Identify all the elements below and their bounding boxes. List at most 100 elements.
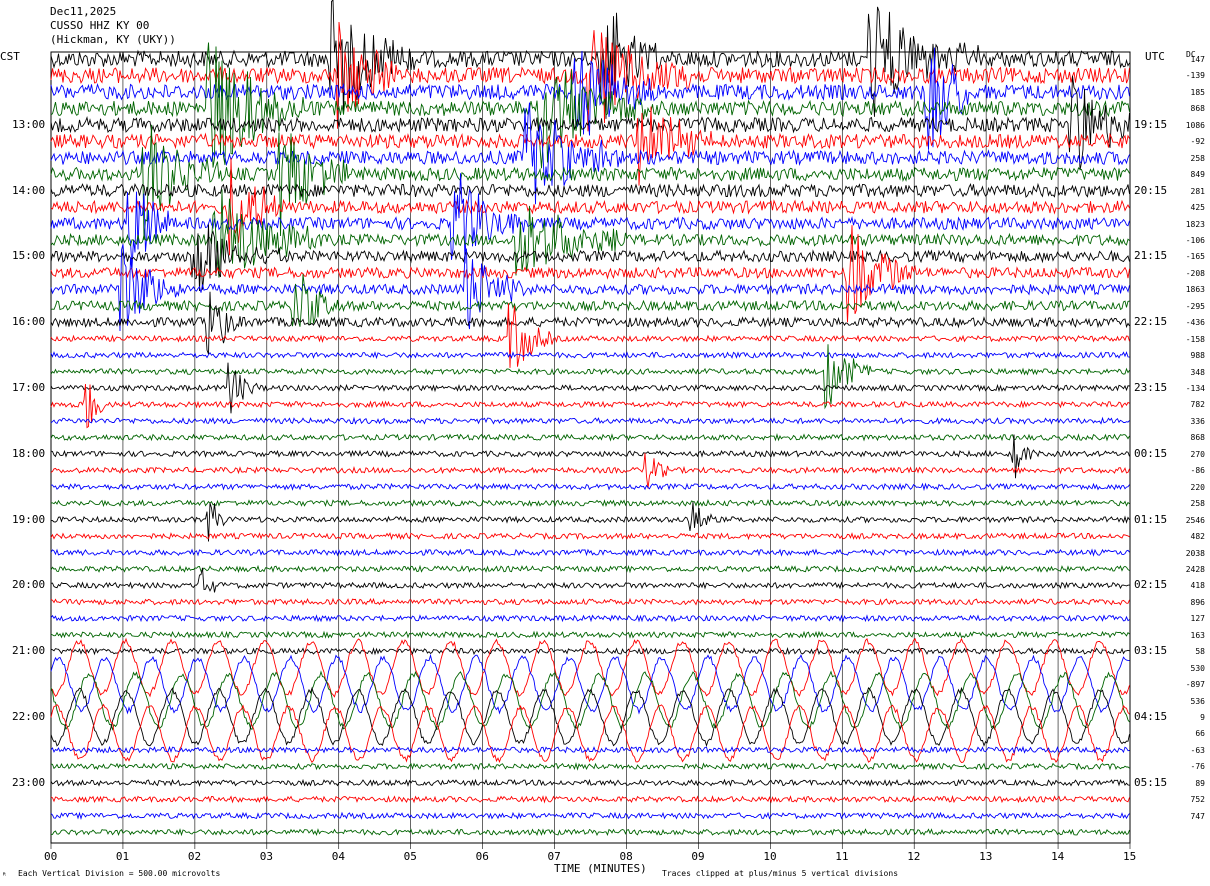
trace-row-17 xyxy=(50,303,1130,368)
dc-offset-value: -165 xyxy=(1185,252,1205,262)
dc-offset-value: 747 xyxy=(1190,811,1205,821)
trace-row-29 xyxy=(50,531,1130,541)
left-time-label: 16:00 xyxy=(12,315,46,329)
trace-row-32 xyxy=(50,567,1130,593)
left-timezone-label: CST xyxy=(0,50,20,63)
dc-offset-value: 127 xyxy=(1190,614,1205,624)
trace-row-23 xyxy=(50,433,1130,442)
dc-offset-value: 482 xyxy=(1190,532,1205,542)
trace-row-21 xyxy=(50,383,1130,429)
dc-offset-value: 163 xyxy=(1190,630,1205,640)
trace-row-15 xyxy=(50,274,1130,327)
dc-offset-value: -92 xyxy=(1190,137,1205,147)
trace-row-28 xyxy=(50,502,1130,542)
dc-offset-value: -86 xyxy=(1190,466,1205,476)
dc-offset-value: 1863 xyxy=(1185,285,1205,295)
dc-offset-value: 849 xyxy=(1190,170,1205,180)
minute-tick-label: 11 xyxy=(835,850,849,863)
dc-offset-value: 348 xyxy=(1190,367,1205,377)
right-time-label: 19:15 xyxy=(1134,117,1168,131)
minute-tick-label: 06 xyxy=(475,850,489,863)
dc-offset-value: 220 xyxy=(1190,482,1205,492)
dc-offset-value: 147 xyxy=(1190,55,1205,64)
minute-tick-label: 10 xyxy=(763,850,777,863)
seismic-traces xyxy=(50,0,1130,837)
dc-offset-value: 270 xyxy=(1190,449,1205,459)
dc-offset-value: 258 xyxy=(1190,499,1205,509)
trace-row-11 xyxy=(50,189,1130,278)
dc-offset-value: 1823 xyxy=(1185,219,1205,229)
trace-row-30 xyxy=(50,548,1130,557)
dc-offset-value: 752 xyxy=(1190,795,1205,805)
dc-offset-value: 530 xyxy=(1190,663,1205,673)
x-axis-title: TIME (MINUTES) xyxy=(554,862,647,875)
dc-offset-value: 281 xyxy=(1190,186,1205,196)
dc-offset-value: 896 xyxy=(1190,597,1205,607)
trace-row-16 xyxy=(50,291,1130,355)
dc-offset-value: -897 xyxy=(1185,680,1205,690)
trace-row-26 xyxy=(51,482,1130,492)
left-time-label: 15:00 xyxy=(12,249,46,263)
right-time-label: 21:15 xyxy=(1134,249,1168,263)
trace-row-24 xyxy=(50,434,1130,479)
dc-offset-value: 418 xyxy=(1190,581,1205,591)
clip-note: Traces clipped at plus/minus 5 vertical … xyxy=(662,869,899,878)
dc-offset-value: 58 xyxy=(1195,647,1205,657)
left-time-label: 20:00 xyxy=(12,578,46,592)
left-time-label: 18:00 xyxy=(12,446,46,460)
scale-note: Each Vertical Division = 500.00 microvol… xyxy=(18,869,221,878)
minute-tick-label: 03 xyxy=(259,850,274,863)
trace-row-43 xyxy=(50,762,1130,771)
right-time-label: 20:15 xyxy=(1134,183,1168,197)
trace-row-35 xyxy=(50,630,1130,639)
dc-offset-value: -139 xyxy=(1185,71,1205,81)
minute-tick-label: 02 xyxy=(187,850,202,863)
trace-row-31 xyxy=(50,564,1130,574)
dc-offset-value: 258 xyxy=(1190,153,1205,163)
right-time-label: 01:15 xyxy=(1134,512,1168,526)
trace-row-25 xyxy=(50,453,1130,489)
dc-offset-value: 782 xyxy=(1190,400,1205,410)
minute-tick-label: 13 xyxy=(979,850,993,863)
dc-offset-value: 988 xyxy=(1190,351,1205,361)
trace-row-18 xyxy=(50,351,1130,360)
dc-offset-value: 9 xyxy=(1200,713,1205,722)
trace-row-34 xyxy=(50,614,1130,623)
dc-offset-value: -208 xyxy=(1185,268,1205,278)
trace-row-27 xyxy=(50,498,1130,508)
trace-row-46 xyxy=(50,811,1130,820)
minute-tick-label: 05 xyxy=(403,850,417,863)
right-timezone-label: UTC xyxy=(1145,50,1165,63)
left-time-label: 22:00 xyxy=(12,710,46,723)
minute-tick-label: 12 xyxy=(907,850,921,863)
left-time-label: 21:00 xyxy=(12,644,46,658)
trace-row-33 xyxy=(50,597,1130,606)
dc-offset-value: -134 xyxy=(1185,384,1205,393)
helicorder-plot xyxy=(50,0,1131,849)
dc-offset-value: 536 xyxy=(1190,696,1205,706)
right-time-label: 02:15 xyxy=(1134,578,1168,592)
dc-offset-value: -76 xyxy=(1190,762,1205,772)
left-time-label: 17:00 xyxy=(12,381,46,394)
dc-offset-value: 868 xyxy=(1190,433,1205,443)
dc-offset-value: 66 xyxy=(1195,729,1205,739)
right-time-label: 22:15 xyxy=(1134,315,1168,329)
trace-row-22 xyxy=(50,416,1130,425)
station-label: CUSSO HHZ KY 00 xyxy=(50,19,150,32)
right-time-label: 05:15 xyxy=(1134,775,1168,789)
dc-offset-value: 2038 xyxy=(1185,548,1205,558)
right-time-label: 00:15 xyxy=(1134,446,1168,460)
dc-offset-value: -106 xyxy=(1185,235,1205,245)
minute-tick-label: 09 xyxy=(691,850,705,863)
right-time-label: 04:15 xyxy=(1134,710,1168,723)
location-label: (Hickman, KY (UKY)) xyxy=(50,33,176,46)
trace-row-37 xyxy=(50,637,1130,698)
dc-offset-value: 1086 xyxy=(1185,120,1205,130)
dc-offset-value: 336 xyxy=(1190,416,1205,426)
date-label: Dec11,2025 xyxy=(50,5,117,18)
dc-offset-value: -436 xyxy=(1185,318,1205,328)
left-time-label: 13:00 xyxy=(12,117,46,131)
dc-offset-value: 2546 xyxy=(1185,515,1205,525)
dc-offset-value: 425 xyxy=(1190,203,1205,213)
minute-tick-label: 14 xyxy=(1051,850,1065,863)
